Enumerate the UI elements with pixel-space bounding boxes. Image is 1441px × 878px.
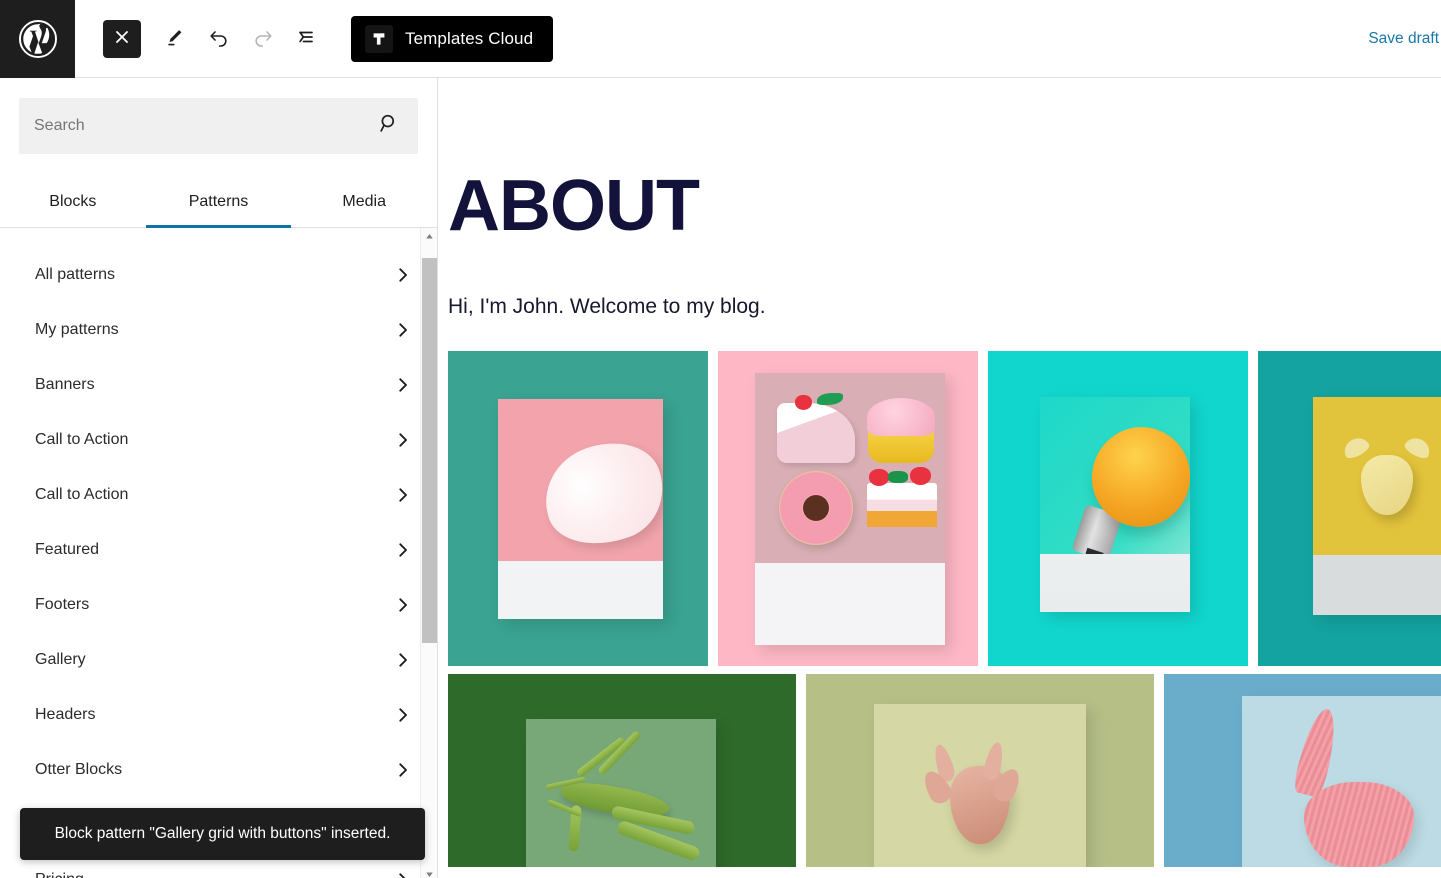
category-label: Call to Action — [35, 430, 129, 448]
search-box[interactable] — [19, 98, 418, 154]
list-view-button[interactable] — [285, 17, 329, 61]
category-item-otter-blocks[interactable]: Otter Blocks — [0, 742, 437, 797]
scrollbar-thumb[interactable] — [422, 258, 437, 643]
gallery-image-lightbulb[interactable] — [988, 351, 1248, 666]
category-label: Banners — [35, 375, 95, 393]
tab-patterns-label: Patterns — [188, 192, 249, 210]
tab-blocks[interactable]: Blocks — [0, 176, 146, 227]
chevron-right-icon — [393, 595, 413, 615]
tab-patterns[interactable]: Patterns — [145, 176, 292, 228]
pencil-icon — [164, 26, 186, 51]
scroll-down-arrow-icon[interactable] — [421, 866, 437, 878]
wordpress-logo-button[interactable] — [0, 0, 75, 78]
page-title[interactable]: ABOUT — [439, 78, 1441, 242]
decor-shape — [1304, 782, 1414, 867]
category-item-headers[interactable]: Headers — [0, 687, 437, 742]
inserter-tabs: Blocks Patterns Media — [0, 176, 437, 228]
block-inserter-panel: Blocks Patterns Media All patterns My pa… — [0, 78, 438, 878]
search-section — [0, 78, 437, 154]
gallery-image-goat-head[interactable] — [806, 674, 1154, 867]
decor-shape — [1402, 433, 1434, 462]
snackbar-notice[interactable]: Block pattern "Gallery grid with buttons… — [20, 808, 425, 860]
chevron-right-icon — [393, 870, 413, 878]
chevron-right-icon — [393, 540, 413, 560]
category-label: Featured — [35, 540, 100, 558]
search-input[interactable] — [20, 117, 417, 135]
category-label: Pricing — [35, 871, 84, 878]
decor-shape — [1361, 455, 1413, 515]
templates-cloud-icon — [365, 24, 393, 53]
topbar-right-actions: Save draft — [1368, 30, 1441, 48]
close-inserter-button[interactable] — [103, 19, 141, 58]
scroll-up-arrow-icon[interactable] — [421, 228, 437, 245]
chevron-right-icon — [393, 705, 413, 725]
category-item-featured[interactable]: Featured — [0, 522, 437, 577]
gallery-image-rose-quartz[interactable] — [448, 351, 708, 666]
category-label: My patterns — [35, 320, 119, 338]
category-item-my-patterns[interactable]: My patterns — [0, 302, 437, 357]
category-item-footers[interactable]: Footers — [0, 577, 437, 632]
wordpress-logo-icon — [17, 18, 59, 60]
templates-cloud-label: Templates Cloud — [405, 28, 534, 48]
tab-media[interactable]: Media — [291, 176, 437, 227]
tab-media-label: Media — [342, 192, 386, 210]
category-item-all-patterns[interactable]: All patterns — [0, 247, 437, 302]
category-label: Footers — [35, 595, 90, 613]
tab-blocks-label: Blocks — [49, 192, 97, 210]
category-label: Call to Action — [35, 485, 129, 503]
pattern-category-scroll-area: All patterns My patterns Banners Call to… — [0, 228, 437, 878]
category-label: All patterns — [35, 265, 116, 283]
pattern-category-list: All patterns My patterns Banners Call to… — [0, 228, 437, 878]
editor-top-bar: Templates Cloud Save draft — [0, 0, 1441, 78]
save-draft-button[interactable]: Save draft — [1368, 30, 1441, 48]
gallery-grid-block[interactable] — [439, 319, 1441, 867]
category-label: Otter Blocks — [35, 760, 123, 778]
gallery-image-desserts[interactable] — [718, 351, 978, 666]
chevron-right-icon — [393, 485, 413, 505]
category-label: Headers — [35, 705, 96, 723]
category-item-gallery[interactable]: Gallery — [0, 632, 437, 687]
undo-icon — [207, 25, 231, 52]
decor-shape — [1340, 433, 1372, 462]
decor-shape — [530, 427, 663, 561]
redo-button[interactable] — [241, 17, 285, 61]
category-list-scrollbar[interactable] — [420, 228, 437, 878]
gallery-image-pink-rabbit[interactable] — [1164, 674, 1441, 867]
gallery-image-grasshopper[interactable] — [448, 674, 796, 867]
editor-canvas[interactable]: ABOUT Hi, I'm John. Welcome to my blog. — [439, 78, 1441, 878]
chevron-right-icon — [393, 375, 413, 395]
chevron-right-icon — [393, 760, 413, 780]
edit-tool-button[interactable] — [153, 17, 197, 61]
close-icon — [114, 29, 130, 48]
intro-paragraph[interactable]: Hi, I'm John. Welcome to my blog. — [439, 242, 1441, 319]
chevron-right-icon — [393, 650, 413, 670]
category-item-call-to-action-1[interactable]: Call to Action — [0, 412, 437, 467]
editor-tools — [75, 17, 329, 61]
snackbar-message: Block pattern "Gallery grid with buttons… — [54, 825, 391, 842]
category-item-call-to-action-2[interactable]: Call to Action — [0, 467, 437, 522]
gallery-image-cow-head[interactable] — [1258, 351, 1441, 666]
undo-button[interactable] — [197, 17, 241, 61]
chevron-right-icon — [393, 320, 413, 340]
redo-icon — [251, 25, 275, 52]
category-label: Gallery — [35, 650, 86, 668]
chevron-right-icon — [393, 265, 413, 285]
templates-cloud-button[interactable]: Templates Cloud — [351, 15, 554, 62]
gallery-row — [448, 351, 1441, 666]
list-view-icon — [295, 25, 319, 52]
gallery-row — [448, 674, 1441, 867]
chevron-right-icon — [393, 430, 413, 450]
category-item-banners[interactable]: Banners — [0, 357, 437, 412]
